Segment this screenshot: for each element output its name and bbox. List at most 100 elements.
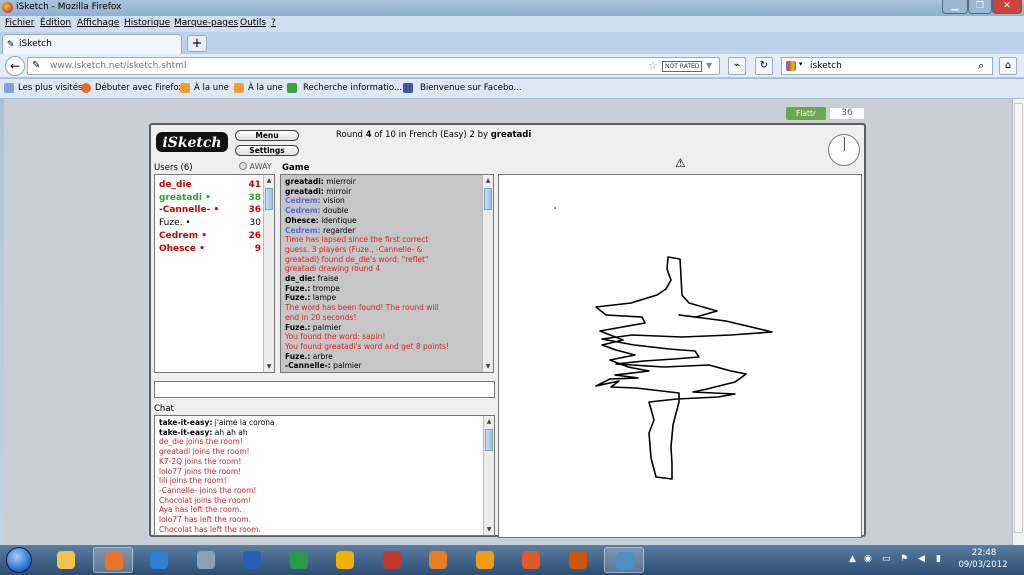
bookmark-les-plus-visites[interactable]: Les plus visités bbox=[18, 83, 82, 93]
taskbar-app[interactable] bbox=[92, 547, 133, 573]
battery-icon[interactable]: ▮ bbox=[936, 554, 941, 564]
away-toggle[interactable]: AWAY bbox=[239, 162, 272, 171]
users-scrollbar[interactable]: ▲ ▼ bbox=[263, 175, 274, 372]
vlc-icon bbox=[475, 551, 494, 569]
chat-text: greatadi joins the room! bbox=[159, 447, 250, 457]
game-log-text: guess. 3 players (Fuze., -Cannelle- & bbox=[285, 244, 423, 254]
game-log-text: palmier bbox=[330, 361, 362, 371]
user-row[interactable]: Cedrem • 26 bbox=[159, 231, 261, 243]
user-row[interactable]: Ohesce • 9 bbox=[159, 244, 261, 256]
menu-marque-pages[interactable]: Marque-pages bbox=[174, 18, 238, 28]
tray-arrow-icon[interactable]: ▲ bbox=[849, 554, 856, 564]
page-scrollbar[interactable] bbox=[1012, 99, 1024, 545]
minimize-button[interactable]: ▁ bbox=[942, 0, 968, 14]
chat-input[interactable] bbox=[154, 381, 495, 398]
isketch-logo: iSketch bbox=[156, 132, 228, 152]
menu-fichier[interactable]: Fichier bbox=[5, 18, 34, 28]
bookmark-facebook[interactable]: Bienvenue sur Facebo... bbox=[420, 83, 522, 93]
taskbar-app[interactable] bbox=[46, 547, 86, 573]
user-row[interactable]: greatadi • 38 bbox=[159, 193, 261, 205]
warning-icon[interactable]: ⚠ bbox=[675, 156, 686, 170]
volume-icon[interactable]: ◀ bbox=[918, 554, 925, 564]
tab-isketch[interactable]: ✎ iSketch bbox=[2, 34, 182, 54]
game-log-scrollbar[interactable]: ▲ ▼ bbox=[482, 175, 493, 372]
chat-scrollbar[interactable]: ▲ ▼ bbox=[483, 416, 494, 535]
flag-icon[interactable]: ⚑ bbox=[900, 554, 908, 564]
game-log-text: You found the word: sapin! bbox=[285, 332, 386, 342]
scrollbar-thumb[interactable] bbox=[1014, 103, 1023, 533]
bookmark-a-la-une-2[interactable]: À la une bbox=[248, 83, 283, 93]
menu-affichage[interactable]: Affichage bbox=[77, 18, 119, 28]
bookmark-debuter[interactable]: Débuter avec Firefox bbox=[95, 83, 183, 93]
user-score: 41 bbox=[248, 180, 261, 190]
game-log-user: Fuze.: bbox=[285, 351, 311, 361]
tab-label: iSketch bbox=[19, 39, 52, 49]
taskbar-app[interactable] bbox=[604, 547, 644, 573]
user-score: 9 bbox=[254, 243, 261, 254]
url-bar[interactable]: ✎ www.isketch.net/isketch.shtml ☆ NOT RA… bbox=[27, 57, 720, 75]
user-row[interactable]: -Cannelle- • 36 bbox=[159, 205, 261, 217]
taskbar-app[interactable] bbox=[511, 547, 551, 573]
round-current: 4 bbox=[365, 130, 372, 140]
taskbar-app[interactable] bbox=[232, 547, 272, 573]
game-log-line: end in 20 seconds! bbox=[285, 313, 480, 323]
search-icon[interactable]: ⌕ bbox=[978, 59, 984, 73]
dropdown-icon[interactable]: ▼ bbox=[706, 61, 712, 70]
game-log: greatadi: mierroir greatadi: mirroir Cedre… bbox=[280, 174, 494, 373]
taskbar-app[interactable] bbox=[279, 547, 319, 573]
game-log-line: Fuze.: arbre bbox=[285, 352, 480, 362]
timer-clock-icon bbox=[828, 134, 860, 166]
tab-strip: ✎ iSketch + bbox=[0, 32, 1024, 54]
display-icon[interactable]: ▭ bbox=[882, 554, 891, 564]
user-score: 30 bbox=[249, 218, 261, 229]
dropdown-icon[interactable]: ▾ bbox=[799, 60, 803, 68]
game-log-user: Cedrem: bbox=[285, 196, 321, 206]
menu-edition[interactable]: Édition bbox=[40, 18, 71, 28]
settings-button[interactable]: Settings bbox=[235, 145, 299, 156]
bookmark-a-la-une-1[interactable]: À la une bbox=[194, 83, 229, 93]
taskbar-app[interactable] bbox=[139, 547, 179, 573]
game-log-line: You found the word: sapin! bbox=[285, 332, 480, 342]
menu-help[interactable]: ? bbox=[271, 18, 276, 28]
game-log-text: mierroir bbox=[323, 177, 356, 186]
clock-date[interactable]: 09/03/2012 bbox=[958, 560, 1008, 570]
clock-time[interactable]: 22:48 bbox=[964, 548, 1004, 558]
restore-button[interactable]: ❐ bbox=[968, 0, 992, 14]
close-button[interactable]: ✕ bbox=[992, 0, 1022, 14]
game-log-line: Cedrem: vision bbox=[285, 196, 480, 206]
taskbar-app[interactable] bbox=[325, 547, 365, 573]
back-button[interactable]: ← bbox=[5, 56, 25, 76]
rss-icon[interactable]: ⌁ bbox=[728, 57, 746, 75]
firefox-icon bbox=[104, 552, 123, 570]
network-icon[interactable]: ◉ bbox=[864, 554, 872, 564]
taskbar-app[interactable] bbox=[465, 547, 505, 573]
isketch-app: iSketch Menu Settings Round 4 of 10 in F… bbox=[149, 123, 866, 538]
game-log-line: greatadi: mierroir bbox=[285, 177, 480, 187]
chat-line: K7-2Q joins the room! bbox=[159, 457, 479, 467]
taskbar-app[interactable] bbox=[418, 547, 458, 573]
game-log-user: de_die: bbox=[285, 274, 316, 283]
game-log-line: greatadi: mirroir bbox=[285, 187, 480, 197]
drawing-canvas[interactable] bbox=[498, 174, 862, 538]
bookmark-recherche[interactable]: Recherche informatio... bbox=[303, 83, 402, 93]
new-tab-button[interactable]: + bbox=[187, 35, 207, 52]
star-icon[interactable]: ☆ bbox=[648, 59, 658, 72]
window-title: iSketch - Mozilla Firefox bbox=[16, 2, 122, 12]
reload-button[interactable]: ↻ bbox=[755, 57, 773, 75]
start-button[interactable] bbox=[6, 547, 32, 573]
menu-outils[interactable]: Outils bbox=[240, 18, 266, 28]
menu-historique[interactable]: Historique bbox=[124, 18, 170, 28]
menu-button[interactable]: Menu bbox=[235, 130, 299, 141]
user-row[interactable]: de_die 41 bbox=[159, 180, 261, 192]
taskbar-app[interactable] bbox=[558, 547, 598, 573]
flattr-button[interactable]: Flattr bbox=[786, 107, 826, 120]
game-log-user: -Cannelle-: bbox=[285, 361, 331, 371]
taskbar-app[interactable] bbox=[186, 547, 226, 573]
home-button[interactable]: ⌂ bbox=[999, 57, 1017, 75]
user-row[interactable]: Fuze. • 30 bbox=[159, 218, 261, 230]
taskbar-app[interactable] bbox=[372, 547, 412, 573]
search-box[interactable]: ▾ isketch ⌕ bbox=[781, 57, 993, 75]
game-log-line: The word has been found! The round will bbox=[285, 303, 480, 313]
game-log-line: Fuze.: lampe bbox=[285, 293, 480, 303]
game-log-line: Cedrem: regarder bbox=[285, 226, 480, 236]
